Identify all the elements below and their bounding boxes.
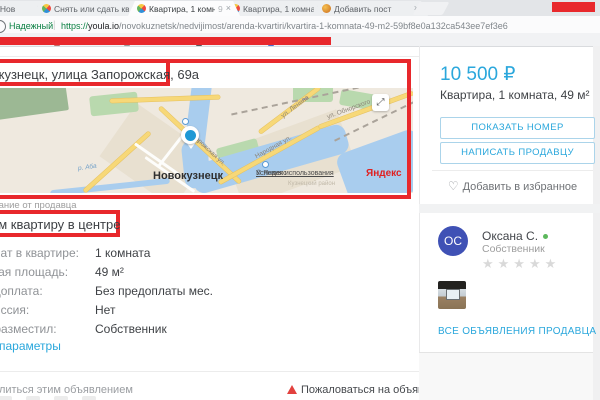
heart-icon: ♡ bbox=[448, 179, 459, 193]
tab-label-suffix: 9 bbox=[218, 4, 223, 14]
listing-subtitle: Квартира, 1 комната, 49 м² bbox=[440, 88, 590, 102]
url-domain: youla.io bbox=[88, 21, 119, 31]
youla-favicon-icon bbox=[42, 4, 51, 13]
page-background bbox=[419, 353, 593, 400]
tab-label: Квартира, 1 комната, 3 bbox=[243, 4, 314, 14]
omnibox-separator: | bbox=[53, 20, 56, 31]
all-seller-ads-link[interactable]: ВСЕ ОБЪЯВЛЕНИЯ ПРОДАВЦА bbox=[438, 326, 596, 337]
tab-label: Квартира, 1 комната, 4 bbox=[149, 4, 215, 14]
param-value: 1 комната bbox=[95, 246, 150, 260]
share-button-icon[interactable] bbox=[0, 396, 12, 400]
share-button-icon[interactable] bbox=[82, 396, 96, 400]
listing-address: Новокузнецк, улица Запорожская, 69а bbox=[0, 67, 199, 82]
share-listing-label: Поделиться этим объявлением bbox=[0, 384, 133, 396]
card-gap bbox=[419, 204, 600, 213]
param-label: Предоплата: bbox=[0, 284, 43, 298]
favorite-label: Добавить в избранное bbox=[463, 181, 578, 193]
tab-kvartira-49-active[interactable]: Квартира, 1 комната, 4 9 × bbox=[128, 1, 240, 16]
youla-favicon-icon bbox=[137, 4, 146, 13]
write-seller-button[interactable]: НАПИСАТЬ ПРОДАВЦУ bbox=[440, 142, 595, 164]
listing-title: Сдам квартиру в центре bbox=[0, 217, 120, 232]
column-divider bbox=[419, 46, 420, 352]
share-button-icon[interactable] bbox=[26, 396, 40, 400]
tab-label: Снять или сдать кварти bbox=[54, 4, 129, 14]
divider bbox=[0, 371, 419, 372]
tab-dobavit-post[interactable]: Добавить пост × bbox=[313, 1, 428, 16]
param-value: Нет bbox=[95, 303, 115, 317]
all-params-link[interactable]: Все параметры bbox=[0, 339, 61, 353]
divider bbox=[432, 170, 593, 171]
annotation-redaction-bookmarks bbox=[0, 37, 331, 45]
page-background bbox=[593, 46, 600, 400]
tab-label: Добавить пост bbox=[334, 4, 411, 14]
param-label: Общая площадь: bbox=[0, 265, 68, 279]
close-icon[interactable]: × bbox=[226, 4, 231, 13]
show-number-button[interactable]: ПОКАЗАТЬ НОМЕР bbox=[440, 117, 595, 139]
browser-window: — Нов × Снять или сдать кварти × Квартир… bbox=[0, 0, 600, 400]
param-value: Без предоплаты мес. bbox=[95, 284, 213, 298]
seller-name[interactable]: Оксана С. bbox=[482, 229, 548, 243]
param-value: Собственник bbox=[95, 322, 167, 336]
divider bbox=[0, 56, 419, 57]
rating-stars[interactable]: ★★★★★ bbox=[482, 256, 560, 272]
param-label: Кто разместил: bbox=[0, 322, 57, 336]
share-button-icon[interactable] bbox=[54, 396, 68, 400]
param-label: Комнат в квартире: bbox=[0, 246, 79, 260]
annotation-redaction-window-controls bbox=[552, 2, 595, 12]
url-path: /novokuznetsk/nedvijimost/arenda-kvartir… bbox=[119, 21, 508, 31]
param-label: Комиссия: bbox=[0, 303, 29, 317]
tab-label: — Нов bbox=[0, 4, 34, 14]
online-status-icon bbox=[543, 234, 548, 239]
url-text[interactable]: https://youla.io/novokuznetsk/nedvijimos… bbox=[61, 21, 508, 31]
add-to-favorites-button[interactable]: ♡ Добавить в избранное bbox=[432, 179, 593, 193]
price: 10 500 ₽ bbox=[440, 63, 515, 86]
seller-name-text: Оксана С. bbox=[482, 229, 538, 243]
seller-avatar[interactable]: ОС bbox=[438, 226, 468, 256]
listing-thumbnail[interactable] bbox=[438, 281, 466, 309]
livejournal-favicon-icon bbox=[322, 4, 331, 13]
param-value: 49 м² bbox=[95, 265, 124, 279]
seller-role: Собственник bbox=[482, 243, 545, 255]
thumbnail-window-detail bbox=[446, 289, 460, 300]
secure-badge[interactable]: Надежный bbox=[9, 21, 53, 31]
warning-icon bbox=[287, 385, 297, 394]
url-scheme: https:// bbox=[61, 21, 88, 31]
